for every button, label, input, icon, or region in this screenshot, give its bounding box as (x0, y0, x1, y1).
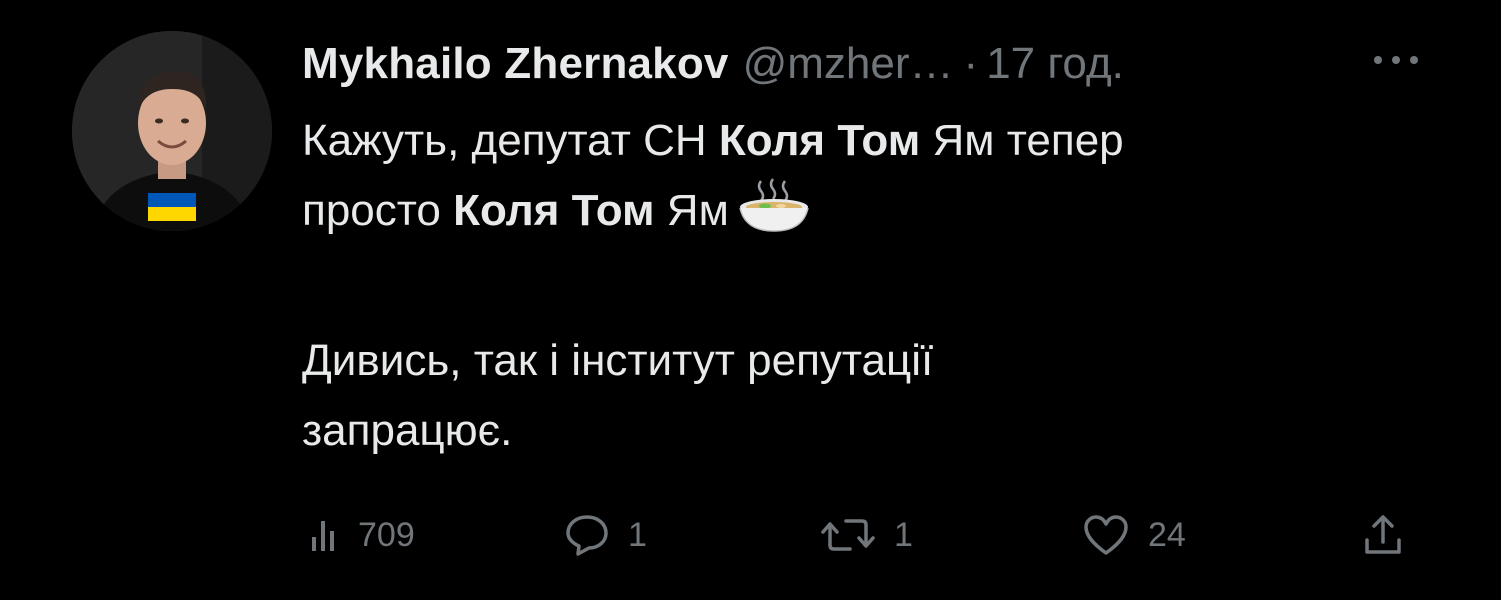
avatar-photo-icon (72, 31, 272, 231)
like-button[interactable]: 24 (1082, 510, 1186, 560)
author-display-name[interactable]: Mykhailo Zhernakov (302, 34, 729, 94)
steaming-bowl-icon (737, 177, 811, 256)
repost-arrows-icon (821, 519, 875, 551)
text-segment: Кажуть, депутат СН (302, 116, 719, 165)
text-segment: Ям тепер (920, 116, 1124, 165)
tweet-text-line: запрацює. (302, 406, 513, 455)
avatar[interactable] (72, 31, 272, 231)
tweet-header: Mykhailo Zhernakov @mzher… · 17 год. (302, 34, 1124, 94)
repost-button[interactable]: 1 (820, 510, 913, 560)
tweet-text-line: просто Коля Том Ям (302, 176, 1452, 256)
tweet-timestamp[interactable]: 17 год. (986, 34, 1124, 94)
reply-button[interactable]: 1 (564, 510, 647, 560)
repost-count: 1 (894, 515, 913, 554)
heart-icon (1084, 515, 1128, 555)
bold-text-segment: Коля Том (718, 116, 921, 165)
share-button[interactable] (1362, 510, 1404, 560)
text-segment: просто (302, 186, 454, 235)
reply-bubble-icon (566, 515, 608, 556)
tweet-text-line: Кажуть, депутат СН Коля Том Ям тепер (302, 106, 1452, 176)
tweet-actions: 709 1 1 24 (302, 500, 1432, 570)
share-upload-icon (1365, 515, 1401, 554)
header-separator: · (963, 39, 979, 88)
like-count: 24 (1148, 515, 1186, 554)
text-segment: Ям (654, 186, 729, 235)
views-count: 709 (358, 515, 415, 554)
more-horizontal-icon (1374, 56, 1418, 64)
tweet-text-line: Дивись, так і інститут репутації (302, 336, 934, 385)
bold-text-segment: Коля Том (453, 186, 655, 235)
author-handle[interactable]: @mzher… (743, 34, 954, 94)
views-chart-icon (312, 521, 334, 551)
reply-count: 1 (628, 515, 647, 554)
more-options-button[interactable] (1366, 50, 1426, 70)
tweet-text: Кажуть, депутат СН Коля Том Ям тепер про… (302, 106, 1452, 466)
views-button[interactable]: 709 (310, 510, 415, 560)
tweet[interactable]: Mykhailo Zhernakov @mzher… · 17 год. Каж… (0, 0, 1501, 600)
